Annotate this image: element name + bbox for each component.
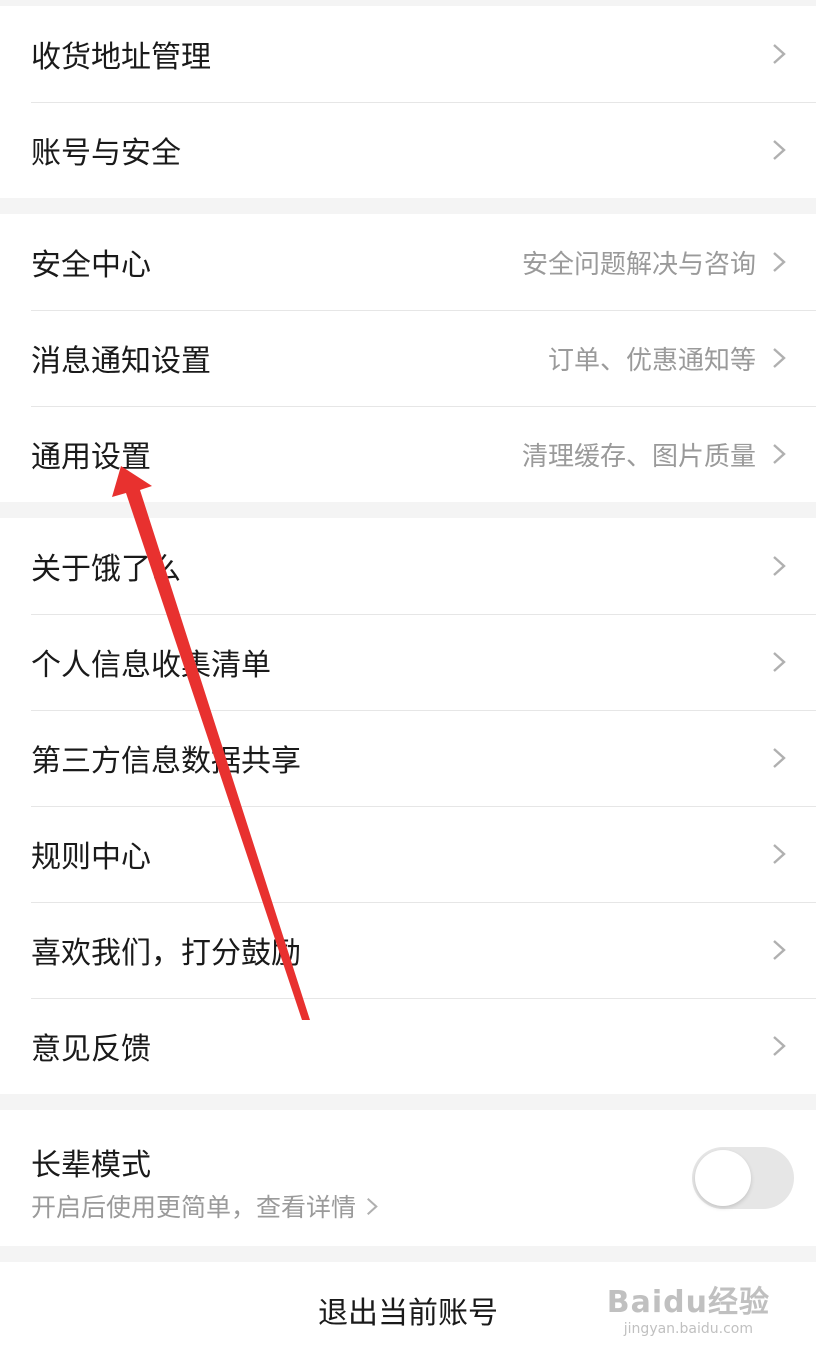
- row-label: 意见反馈: [31, 1032, 151, 1067]
- elder-mode-toggle[interactable]: [692, 1147, 794, 1209]
- chevron-right-icon: [773, 140, 786, 160]
- toggle-knob: [695, 1150, 751, 1206]
- row-subtext: 安全问题解决与咨询: [521, 249, 756, 280]
- watermark-logo: Baidu经验: [606, 1285, 770, 1320]
- row-label: 个人信息收集清单: [31, 648, 271, 683]
- row-label: 安全中心: [31, 248, 151, 283]
- row-feedback[interactable]: 意见反馈: [0, 998, 816, 1094]
- chevron-right-icon: [773, 44, 786, 64]
- chevron-right-icon: [773, 748, 786, 768]
- row-rules-center[interactable]: 规则中心: [0, 806, 816, 902]
- chevron-right-icon: [773, 444, 786, 464]
- elder-mode-details-link[interactable]: 开启后使用更简单，查看详情: [31, 1188, 378, 1224]
- settings-group-general: 安全中心 安全问题解决与咨询 消息通知设置 订单、优惠通知等 通用设置 清理缓存…: [0, 214, 816, 502]
- row-label: 第三方信息数据共享: [31, 744, 301, 779]
- row-label: 规则中心: [31, 840, 151, 875]
- elder-mode-description: 开启后使用更简单，查看详情: [31, 1193, 357, 1222]
- chevron-right-icon: [773, 348, 786, 368]
- row-subtext: 订单、优惠通知等: [547, 345, 756, 376]
- elder-mode-title: 长辈模式: [31, 1148, 151, 1183]
- row-label: 收货地址管理: [31, 40, 211, 75]
- row-account-security[interactable]: 账号与安全: [0, 102, 816, 198]
- chevron-right-icon: [367, 1197, 378, 1215]
- row-label: 消息通知设置: [31, 344, 211, 379]
- row-general-settings[interactable]: 通用设置 清理缓存、图片质量: [0, 406, 816, 502]
- row-security-center[interactable]: 安全中心 安全问题解决与咨询: [0, 214, 816, 310]
- row-label: 账号与安全: [31, 136, 181, 171]
- row-label: 关于饿了么: [31, 552, 181, 587]
- row-notification-settings[interactable]: 消息通知设置 订单、优惠通知等: [0, 310, 816, 406]
- row-about[interactable]: 关于饿了么: [0, 518, 816, 614]
- chevron-right-icon: [773, 652, 786, 672]
- row-subtext: 清理缓存、图片质量: [521, 441, 756, 472]
- row-address-management[interactable]: 收货地址管理: [0, 6, 816, 102]
- logout-label: 退出当前账号: [318, 1296, 498, 1331]
- elder-mode-row: 长辈模式 开启后使用更简单，查看详情: [0, 1110, 816, 1246]
- baidu-watermark: Baidu经验 jingyan.baidu.com: [607, 1277, 770, 1337]
- row-label: 喜欢我们，打分鼓励: [31, 936, 301, 971]
- watermark-url: jingyan.baidu.com: [623, 1321, 753, 1337]
- settings-group-account: 收货地址管理 账号与安全: [0, 6, 816, 198]
- row-personal-info-list[interactable]: 个人信息收集清单: [0, 614, 816, 710]
- chevron-right-icon: [773, 844, 786, 864]
- chevron-right-icon: [773, 1036, 786, 1056]
- settings-group-about: 关于饿了么 个人信息收集清单 第三方信息数据共享 规则中心 喜欢我们，打分鼓励 …: [0, 518, 816, 1094]
- row-third-party-sharing[interactable]: 第三方信息数据共享: [0, 710, 816, 806]
- row-label: 通用设置: [31, 440, 151, 475]
- row-rate-us[interactable]: 喜欢我们，打分鼓励: [0, 902, 816, 998]
- chevron-right-icon: [773, 252, 786, 272]
- chevron-right-icon: [773, 556, 786, 576]
- chevron-right-icon: [773, 940, 786, 960]
